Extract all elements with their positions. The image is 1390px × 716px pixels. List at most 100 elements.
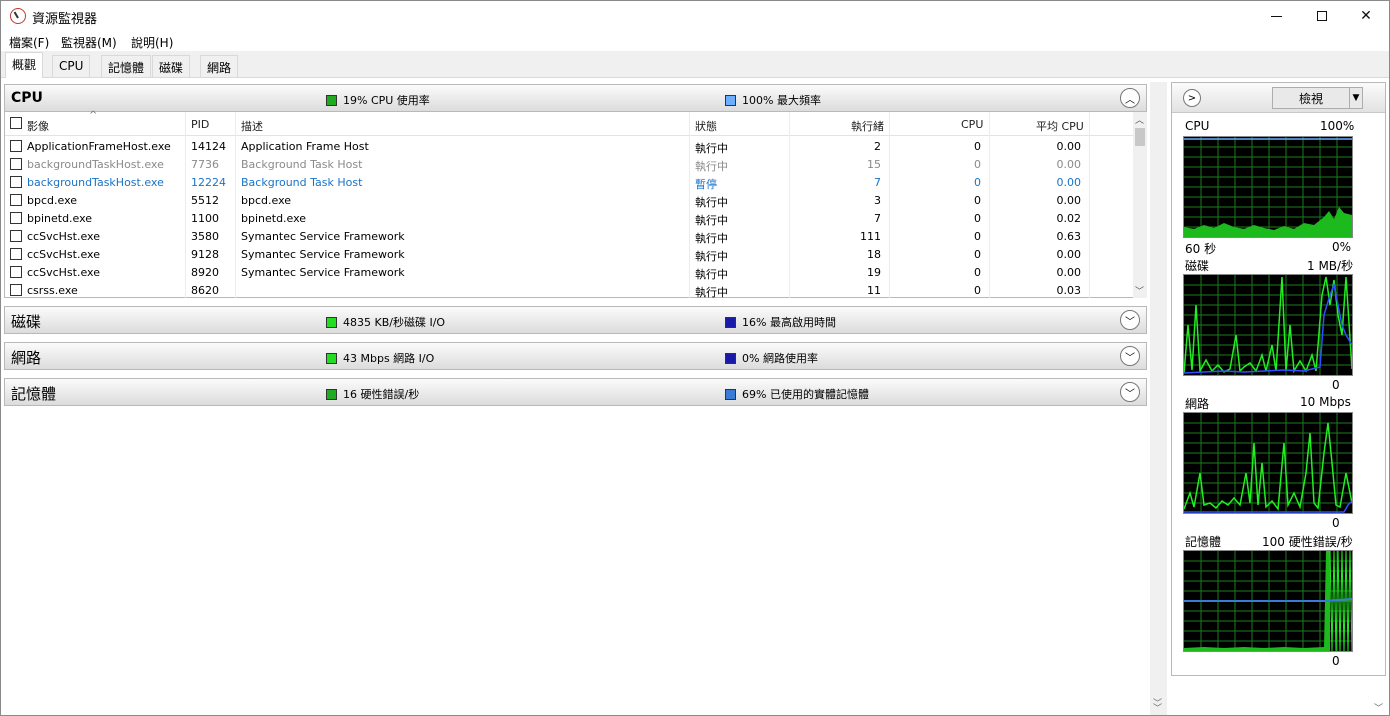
scroll-thumb[interactable] — [1135, 128, 1145, 146]
row-checkbox[interactable] — [10, 230, 22, 242]
network-usage-legend: 0% 網路使用率 — [725, 350, 818, 366]
cell-pid: 14124 — [191, 140, 226, 153]
table-row[interactable]: bpcd.exe 5512 bpcd.exe 執行中 3 0 0.00 — [5, 191, 1133, 209]
cell-cpu: 0 — [974, 194, 981, 207]
table-row[interactable]: ccSvcHst.exe 3580 Symantec Service Framewo… — [5, 227, 1133, 245]
network-graph-min: 0 — [1332, 516, 1340, 530]
table-row[interactable]: bpinetd.exe 1100 bpinetd.exe 執行中 7 0 0.02 — [5, 209, 1133, 227]
cell-cpu: 0 — [974, 248, 981, 261]
cell-cpu: 0 — [974, 158, 981, 171]
row-checkbox[interactable] — [10, 140, 22, 152]
cpu-graph — [1183, 136, 1353, 238]
memory-used-legend: 69% 已使用的實體記憶體 — [725, 386, 869, 402]
row-checkbox[interactable] — [10, 158, 22, 170]
scroll-down-icon[interactable]: ﹀ — [1135, 284, 1144, 297]
network-io-legend: 43 Mbps 網路 I/O — [326, 350, 434, 366]
memory-used-swatch — [725, 388, 736, 400]
menu-help[interactable]: 說明(H) — [131, 34, 173, 51]
col-image[interactable]: 影像 — [27, 118, 49, 134]
row-checkbox[interactable] — [10, 266, 22, 278]
network-io-swatch — [326, 352, 337, 364]
cell-threads: 11 — [867, 284, 881, 297]
cell-pid: 9128 — [191, 248, 219, 261]
view-button[interactable]: 檢視 — [1272, 87, 1350, 109]
close-icon: ✕ — [1360, 8, 1372, 24]
graph-pane-header: > 檢視 ▼ — [1172, 83, 1385, 113]
tab-memory[interactable]: 記憶體 — [101, 55, 152, 77]
cpu-graph-time: 60 秒 — [1185, 242, 1217, 256]
network-graph-plot — [1184, 413, 1352, 513]
resource-monitor-icon — [10, 8, 26, 24]
table-row[interactable]: backgroundTaskHost.exe 7736 Background Tas… — [5, 155, 1133, 173]
row-checkbox[interactable] — [10, 248, 22, 260]
cell-description: bpinetd.exe — [241, 212, 307, 225]
table-row[interactable]: ccSvcHst.exe 9128 Symantec Service Framewo… — [5, 245, 1133, 263]
col-status[interactable]: 狀態 — [695, 118, 717, 134]
memory-section-title: 記憶體 — [11, 385, 57, 403]
maximize-button[interactable] — [1299, 1, 1345, 31]
disk-graph-label: 磁碟 — [1185, 259, 1210, 273]
chevron-down-icon: ﹀ — [1125, 388, 1135, 400]
col-cpu[interactable]: CPU — [961, 118, 983, 131]
cell-threads: 7 — [874, 212, 881, 225]
disk-io-legend: 4835 KB/秒磁碟 I/O — [326, 314, 445, 330]
main-vertical-scrollbar[interactable]: ﹀ — [1150, 82, 1167, 715]
cell-image: ccSvcHst.exe — [27, 248, 100, 261]
tab-network[interactable]: 網路 — [200, 55, 239, 77]
minimize-icon — [1270, 15, 1282, 17]
network-usage-swatch — [725, 352, 736, 364]
cpu-graph-label: CPU — [1185, 119, 1210, 133]
menu-file[interactable]: 檔案(F) — [9, 34, 49, 51]
minimize-button[interactable] — [1253, 1, 1299, 31]
cell-threads: 15 — [867, 158, 881, 171]
cpu-collapse-button[interactable]: ︿ — [1120, 88, 1140, 108]
memory-section-header[interactable]: 記憶體 16 硬性錯誤/秒 69% 已使用的實體記憶體 ﹀ — [4, 378, 1147, 406]
cell-cpu: 0 — [974, 266, 981, 279]
menu-monitor[interactable]: 監視器(M) — [61, 34, 117, 51]
collapse-pane-button[interactable]: > — [1183, 89, 1201, 107]
cell-pid: 3580 — [191, 230, 219, 243]
col-description[interactable]: 描述 — [241, 118, 263, 134]
cell-average-cpu: 0.00 — [1056, 140, 1082, 153]
row-checkbox[interactable] — [10, 284, 22, 296]
network-section-header[interactable]: 網路 43 Mbps 網路 I/O 0% 網路使用率 ﹀ — [4, 342, 1147, 370]
window-title: 資源監視器 — [32, 12, 98, 27]
col-threads[interactable]: 執行緒 — [851, 118, 884, 134]
cell-image: backgroundTaskHost.exe — [27, 158, 164, 171]
memory-expand-button[interactable]: ﹀ — [1120, 382, 1140, 402]
table-row[interactable]: ApplicationFrameHost.exe 14124 Application… — [5, 137, 1133, 155]
cpu-section-header[interactable]: CPU 19% CPU 使用率 100% 最大頻率 ︿ — [4, 84, 1147, 112]
select-all-checkbox[interactable] — [10, 117, 22, 129]
disk-section-header[interactable]: 磁碟 4835 KB/秒磁碟 I/O 16% 最高啟用時間 ﹀ — [4, 306, 1147, 334]
disk-io-text: 4835 KB/秒磁碟 I/O — [343, 316, 446, 329]
disk-expand-button[interactable]: ﹀ — [1120, 310, 1140, 330]
pane-scroll-down-icon[interactable]: ﹀ — [1153, 701, 1162, 714]
cell-status: 執行中 — [695, 286, 728, 299]
table-row[interactable]: ccSvcHst.exe 8920 Symantec Service Framewo… — [5, 263, 1133, 281]
cell-description: Symantec Service Framework — [241, 266, 405, 279]
row-checkbox[interactable] — [10, 176, 22, 188]
table-row[interactable]: backgroundTaskHost.exe 12224 Background Ta… — [5, 173, 1133, 191]
col-pid[interactable]: PID — [191, 118, 209, 131]
row-checkbox[interactable] — [10, 212, 22, 224]
cell-image: ApplicationFrameHost.exe — [27, 140, 171, 153]
table-scrollbar[interactable]: ︿ ﹀ — [1133, 112, 1147, 298]
cell-image: ccSvcHst.exe — [27, 230, 100, 243]
scroll-up-icon[interactable]: ︿ — [1135, 113, 1144, 126]
memory-used-text: 69% 已使用的實體記憶體 — [742, 388, 869, 401]
chevron-right-icon: > — [1187, 92, 1197, 104]
cell-description: Symantec Service Framework — [241, 230, 405, 243]
tab-disk[interactable]: 磁碟 — [152, 55, 191, 77]
network-graph-label: 網路 — [1185, 397, 1210, 411]
close-button[interactable]: ✕ — [1343, 1, 1389, 31]
tab-cpu[interactable]: CPU — [52, 55, 91, 77]
memory-graph-plot — [1184, 551, 1352, 651]
table-row[interactable]: csrss.exe 8620 執行中 11 0 0.03 — [5, 281, 1133, 299]
tab-overview[interactable]: 概觀 — [5, 52, 44, 78]
col-average-cpu[interactable]: 平均 CPU — [1036, 118, 1084, 134]
view-dropdown-button[interactable]: ▼ — [1349, 87, 1363, 109]
network-expand-button[interactable]: ﹀ — [1120, 346, 1140, 366]
cell-cpu: 0 — [974, 284, 981, 297]
pane-scroll-down-icon-right[interactable]: ﹀ — [1374, 701, 1383, 714]
row-checkbox[interactable] — [10, 194, 22, 206]
